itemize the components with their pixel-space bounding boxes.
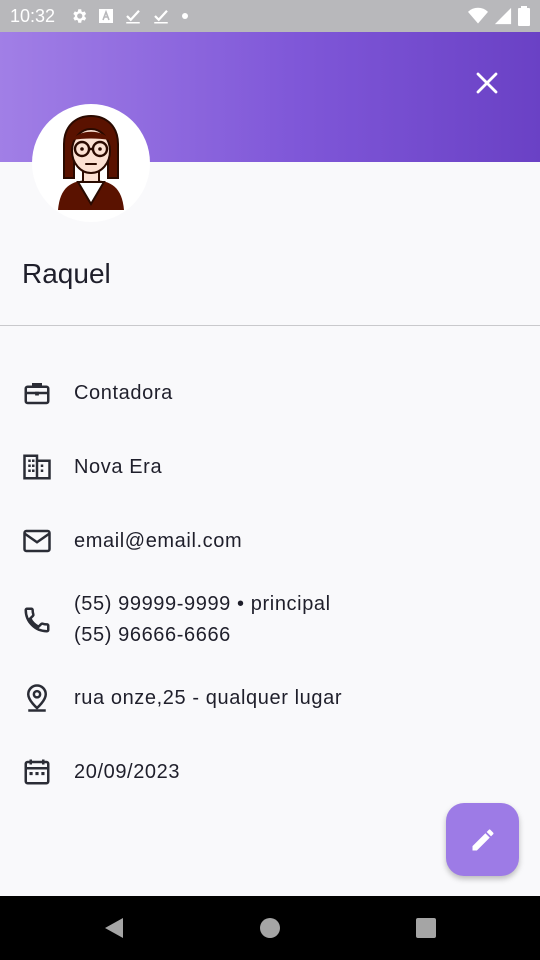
status-time: 10:32 <box>10 6 56 26</box>
company-text: Nova Era <box>74 456 163 478</box>
status-bar: 10:32 <box>0 0 540 32</box>
nav-recents-button[interactable] <box>408 910 444 946</box>
building-icon <box>23 454 51 480</box>
pencil-icon <box>472 828 494 850</box>
navigation-bar <box>0 896 540 960</box>
contact-name: Raquel <box>22 258 111 289</box>
phone-secondary-text[interactable]: (55) 96666-6666 <box>74 620 231 651</box>
phone-icon <box>24 607 50 633</box>
wifi-icon <box>468 7 488 24</box>
date-text: 20/09/2023 <box>74 761 181 783</box>
close-button[interactable] <box>470 66 504 100</box>
settings-icon <box>73 9 87 23</box>
signal-icon <box>494 7 512 25</box>
nav-back-button[interactable] <box>96 910 132 946</box>
briefcase-icon <box>24 383 50 405</box>
back-icon <box>105 918 123 938</box>
home-icon <box>260 918 280 938</box>
calendar-icon <box>24 759 50 785</box>
divider <box>0 325 540 326</box>
mail-icon <box>23 529 51 553</box>
address-text[interactable]: rua onze,25 - qualquer lugar <box>74 683 342 714</box>
app-a-icon <box>99 9 113 23</box>
dot-icon <box>182 13 188 19</box>
nav-home-button[interactable] <box>252 910 288 946</box>
close-icon <box>476 72 498 94</box>
system-icons <box>468 6 530 26</box>
location-pin-icon <box>26 684 48 712</box>
avatar <box>32 104 150 222</box>
edit-contact-button[interactable] <box>446 803 519 876</box>
notification-icons <box>70 7 190 25</box>
check-icon-2 <box>154 9 168 24</box>
phone-primary-text[interactable]: (55) 99999-9999 • principal <box>74 589 331 620</box>
avatar-illustration <box>58 114 124 210</box>
job-text: Contadora <box>74 382 173 404</box>
email-text[interactable]: email@email.com <box>74 526 242 557</box>
battery-icon <box>518 6 530 26</box>
recents-icon <box>416 918 436 938</box>
check-icon <box>126 9 140 24</box>
